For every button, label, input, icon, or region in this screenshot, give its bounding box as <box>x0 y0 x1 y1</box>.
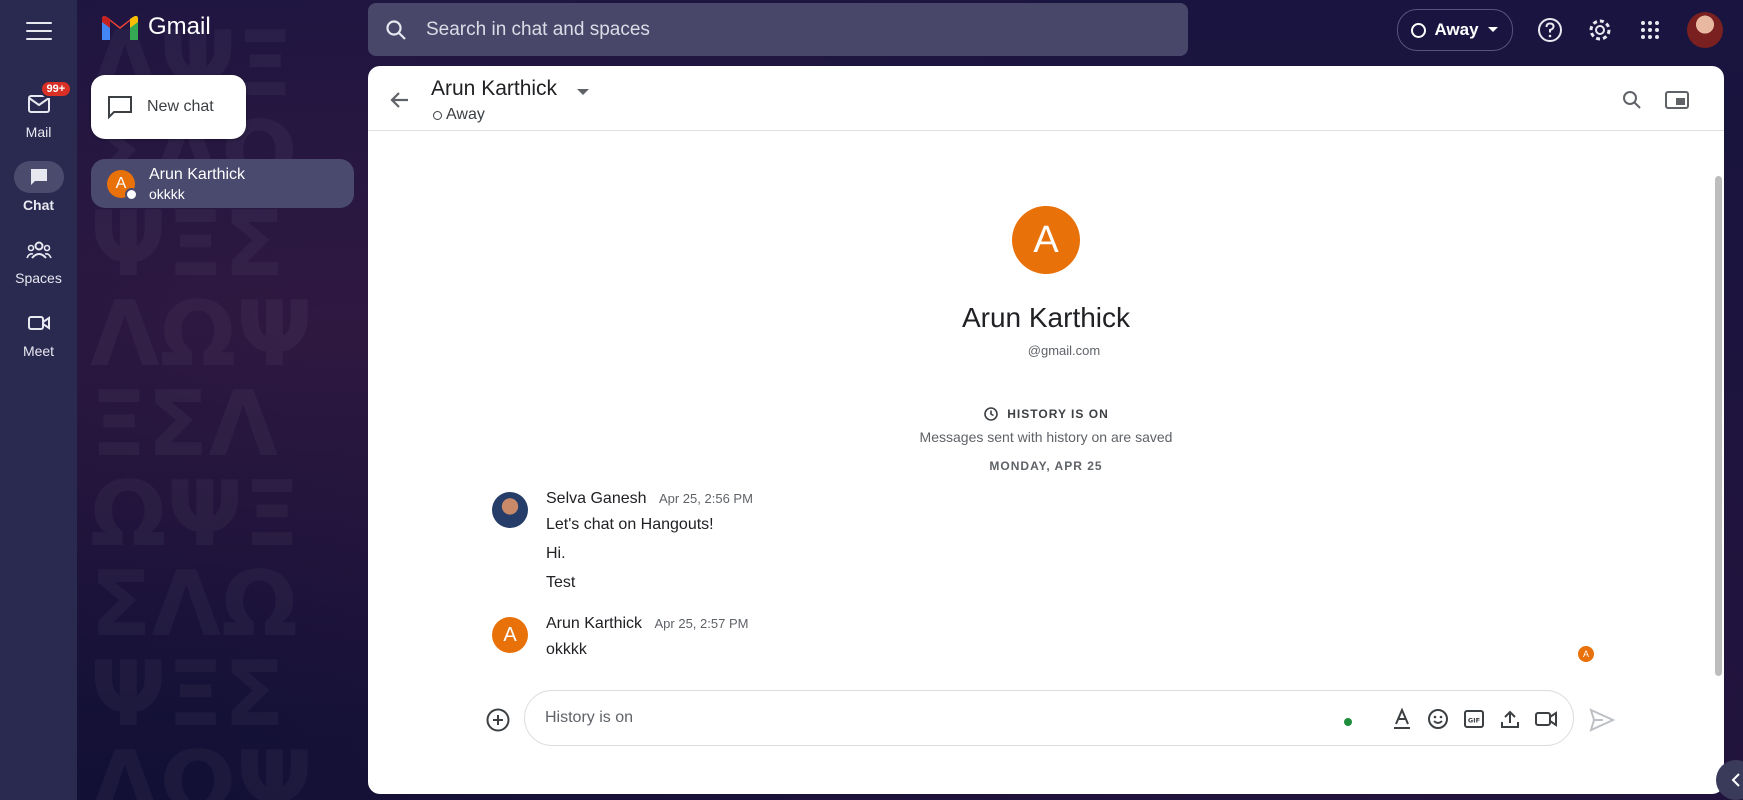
conversation-header: Arun Karthick Away <box>368 66 1724 131</box>
send-icon[interactable] <box>1588 706 1616 734</box>
search-bar[interactable] <box>368 3 1188 56</box>
profile-avatar: A <box>1012 206 1080 274</box>
away-status-icon <box>433 110 442 120</box>
presence-dot <box>125 187 138 201</box>
gmail-logo[interactable]: Gmail <box>100 12 211 42</box>
scrollbar[interactable] <box>1715 176 1722 676</box>
gif-icon[interactable]: GIF <box>1461 706 1487 732</box>
upload-icon[interactable] <box>1497 706 1523 732</box>
add-attachment-icon[interactable] <box>485 707 511 733</box>
chat-item-name: Arun Karthick <box>149 165 246 183</box>
caret-down-icon[interactable] <box>576 88 590 96</box>
profile-email: @gmail.com <box>1027 343 1101 358</box>
contact-avatar: A <box>107 169 138 201</box>
meet-icon <box>14 307 64 339</box>
message-text: Let's chat on Hangouts! <box>546 516 714 533</box>
svg-text:GIF: GIF <box>1468 717 1480 725</box>
main-menu-button[interactable] <box>22 16 56 46</box>
message-text: okkkk <box>546 641 587 658</box>
read-receipt-avatar: A <box>1578 646 1594 662</box>
account-avatar[interactable] <box>1687 12 1723 48</box>
message-text: Test <box>546 574 576 591</box>
message-input[interactable] <box>543 708 1247 728</box>
apps-grid-icon[interactable] <box>1634 14 1666 46</box>
chat-item-preview: okkkk <box>149 185 185 202</box>
conversation-title[interactable]: Arun Karthick <box>431 77 557 101</box>
new-chat-button[interactable]: New chat <box>91 75 246 139</box>
chat-icon <box>13 161 64 193</box>
sender-avatar: A <box>492 617 528 653</box>
chevron-left-icon <box>1731 773 1740 787</box>
gmail-m-icon <box>102 15 138 40</box>
sender-avatar <box>492 492 528 528</box>
video-call-icon[interactable] <box>1533 706 1559 732</box>
search-icon[interactable] <box>368 19 424 41</box>
history-description: Messages sent with history on are saved <box>919 429 1173 445</box>
message-sender: Arun Karthick <box>546 615 643 632</box>
new-chat-icon <box>108 96 132 119</box>
emoji-icon[interactable] <box>1425 706 1451 732</box>
search-icon[interactable] <box>1618 86 1646 114</box>
mail-icon: 99+ <box>14 80 73 120</box>
history-status: HISTORY IS ON <box>368 406 1724 422</box>
date-divider: MONDAY, APR 25 <box>989 459 1103 473</box>
settings-gear-icon[interactable] <box>1584 14 1616 46</box>
contact-status: Away <box>433 106 485 124</box>
spaces-icon <box>14 234 64 266</box>
message-text: Hi. <box>546 545 566 562</box>
message-time: Apr 25, 2:56 PM <box>658 491 753 506</box>
app-rail: 99+ Mail Chat Spaces Meet <box>0 0 77 800</box>
pop-out-icon[interactable] <box>1663 86 1691 114</box>
back-arrow-icon[interactable] <box>386 86 414 114</box>
message-composer[interactable] <box>524 690 1574 746</box>
rail-item-chat[interactable]: Chat <box>0 161 77 213</box>
search-input[interactable] <box>424 17 1128 42</box>
rail-item-spaces[interactable]: Spaces <box>0 234 77 286</box>
status-dropdown[interactable]: Away <box>1397 9 1513 51</box>
message-time: Apr 25, 2:57 PM <box>654 616 749 631</box>
away-status-icon <box>1411 22 1427 38</box>
text-format-icon[interactable] <box>1389 706 1415 732</box>
active-indicator <box>1344 718 1352 726</box>
message-sender: Selva Ganesh <box>546 490 647 507</box>
help-icon[interactable] <box>1534 14 1566 46</box>
conversation-panel: Arun Karthick Away A Arun Karthick @gmai… <box>368 66 1724 794</box>
history-clock-icon <box>984 407 999 421</box>
chat-list-item[interactable]: A Arun Karthick okkkk <box>91 159 354 208</box>
mail-badge: 99+ <box>39 80 73 98</box>
rail-item-mail[interactable]: 99+ Mail <box>0 80 77 140</box>
caret-down-icon <box>1487 27 1498 32</box>
rail-item-meet[interactable]: Meet <box>0 307 77 359</box>
profile-name: Arun Karthick <box>961 302 1131 333</box>
